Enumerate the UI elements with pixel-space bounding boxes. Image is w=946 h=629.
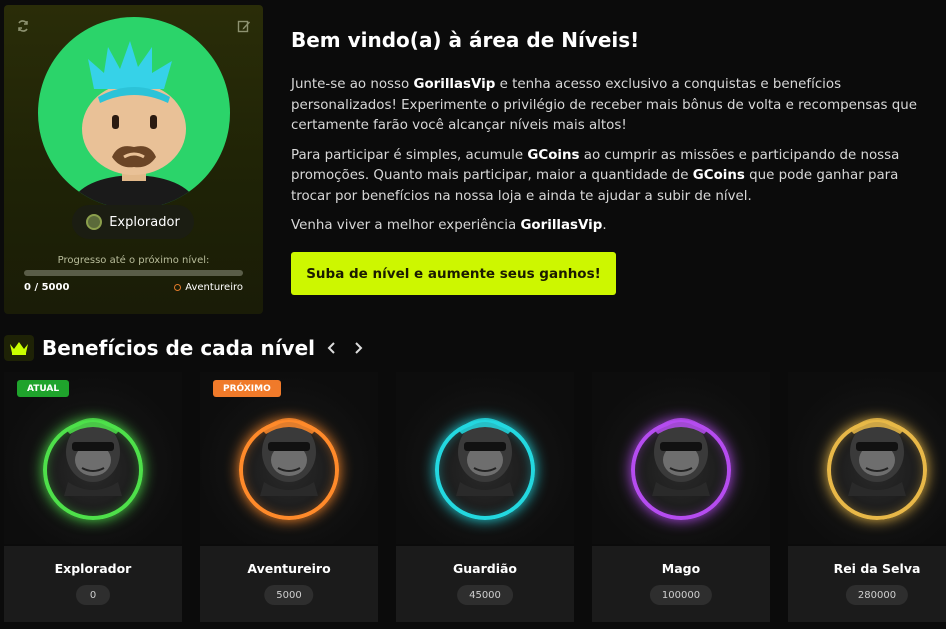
intro: Bem vindo(a) à área de Níveis! Junte-se … xyxy=(291,28,931,246)
level-art xyxy=(4,372,182,544)
profile-card: Explorador Progresso até o próximo nível… xyxy=(4,5,263,314)
level-card[interactable]: Mago 100000 xyxy=(592,372,770,622)
level-xp: 100000 xyxy=(649,585,713,605)
gorilla-icon xyxy=(64,418,122,496)
progress-label: Progresso até o próximo nível: xyxy=(57,255,210,266)
level-status-badge: PRÓXIMO xyxy=(213,380,281,397)
level-xp: 5000 xyxy=(264,585,314,605)
medal-icon xyxy=(86,214,103,230)
progress-bar xyxy=(24,270,243,276)
level-card[interactable]: Explorador 0 ATUAL xyxy=(4,372,182,622)
edit-icon[interactable] xyxy=(237,18,251,33)
level-panel xyxy=(4,546,182,622)
level-art xyxy=(788,372,946,544)
rank-dot-icon xyxy=(174,284,182,291)
body-text: Junte-se ao nosso xyxy=(291,77,414,92)
level-xp: 280000 xyxy=(845,585,909,605)
refresh-icon[interactable] xyxy=(16,18,30,32)
page-title: Bem vindo(a) à área de Níveis! xyxy=(291,28,640,52)
gorilla-icon xyxy=(848,418,906,496)
section-header: Benefícios de cada nível xyxy=(4,334,367,362)
level-panel xyxy=(200,546,378,622)
level-card[interactable]: Aventureiro 5000 PRÓXIMO xyxy=(200,372,378,622)
body-text: Venha viver a melhor experiência xyxy=(291,218,521,233)
chevron-left-icon[interactable] xyxy=(323,337,341,359)
next-rank-label: Aventureiro xyxy=(185,282,243,293)
level-panel xyxy=(396,546,574,622)
level-name: Aventureiro xyxy=(247,561,331,576)
gorilla-icon xyxy=(260,418,318,496)
intro-paragraph-3: Venha viver a melhor experiência Gorilla… xyxy=(291,216,931,237)
level-name: Guardião xyxy=(452,561,517,576)
level-panel xyxy=(592,546,770,622)
level-status-badge: ATUAL xyxy=(17,380,70,397)
level-xp: 45000 xyxy=(457,585,513,605)
avatar xyxy=(38,17,230,209)
highlight-text: GCoins xyxy=(527,147,580,163)
level-name: Rei da Selva xyxy=(833,561,921,576)
level-art xyxy=(200,372,378,544)
crown-icon xyxy=(4,335,34,361)
gorilla-icon xyxy=(652,418,710,496)
chevron-right-icon[interactable] xyxy=(349,337,367,359)
next-rank: Aventureiro xyxy=(174,282,243,293)
level-name: Mago xyxy=(661,561,701,576)
rank-label: Explorador xyxy=(109,214,180,230)
body-text: Para participar é simples, acumule xyxy=(291,147,528,163)
highlight-text: GCoins xyxy=(692,168,745,183)
level-art xyxy=(396,372,574,544)
level-name: Explorador xyxy=(54,561,132,576)
level-card[interactable]: Guardião 45000 xyxy=(396,372,574,622)
rank-badge: Explorador xyxy=(72,205,194,239)
level-xp: 0 xyxy=(76,585,110,605)
highlight-text: GorillasVip xyxy=(413,77,496,92)
intro-paragraph-2: Para participar é simples, acumule GCoin… xyxy=(291,146,931,208)
level-panel xyxy=(788,546,946,622)
body-text: . xyxy=(602,218,607,233)
progress-value: 0 / 5000 xyxy=(24,282,70,293)
highlight-text: GorillasVip xyxy=(520,218,603,233)
gorilla-icon xyxy=(456,418,514,496)
section-title: Benefícios de cada nível xyxy=(42,336,316,360)
level-card[interactable]: Rei da Selva 280000 xyxy=(788,372,946,622)
intro-paragraph-1: Junte-se ao nosso GorillasVip e tenha ac… xyxy=(291,75,931,137)
level-up-button[interactable]: Suba de nível e aumente seus ganhos! xyxy=(291,252,616,295)
level-art xyxy=(592,372,770,544)
